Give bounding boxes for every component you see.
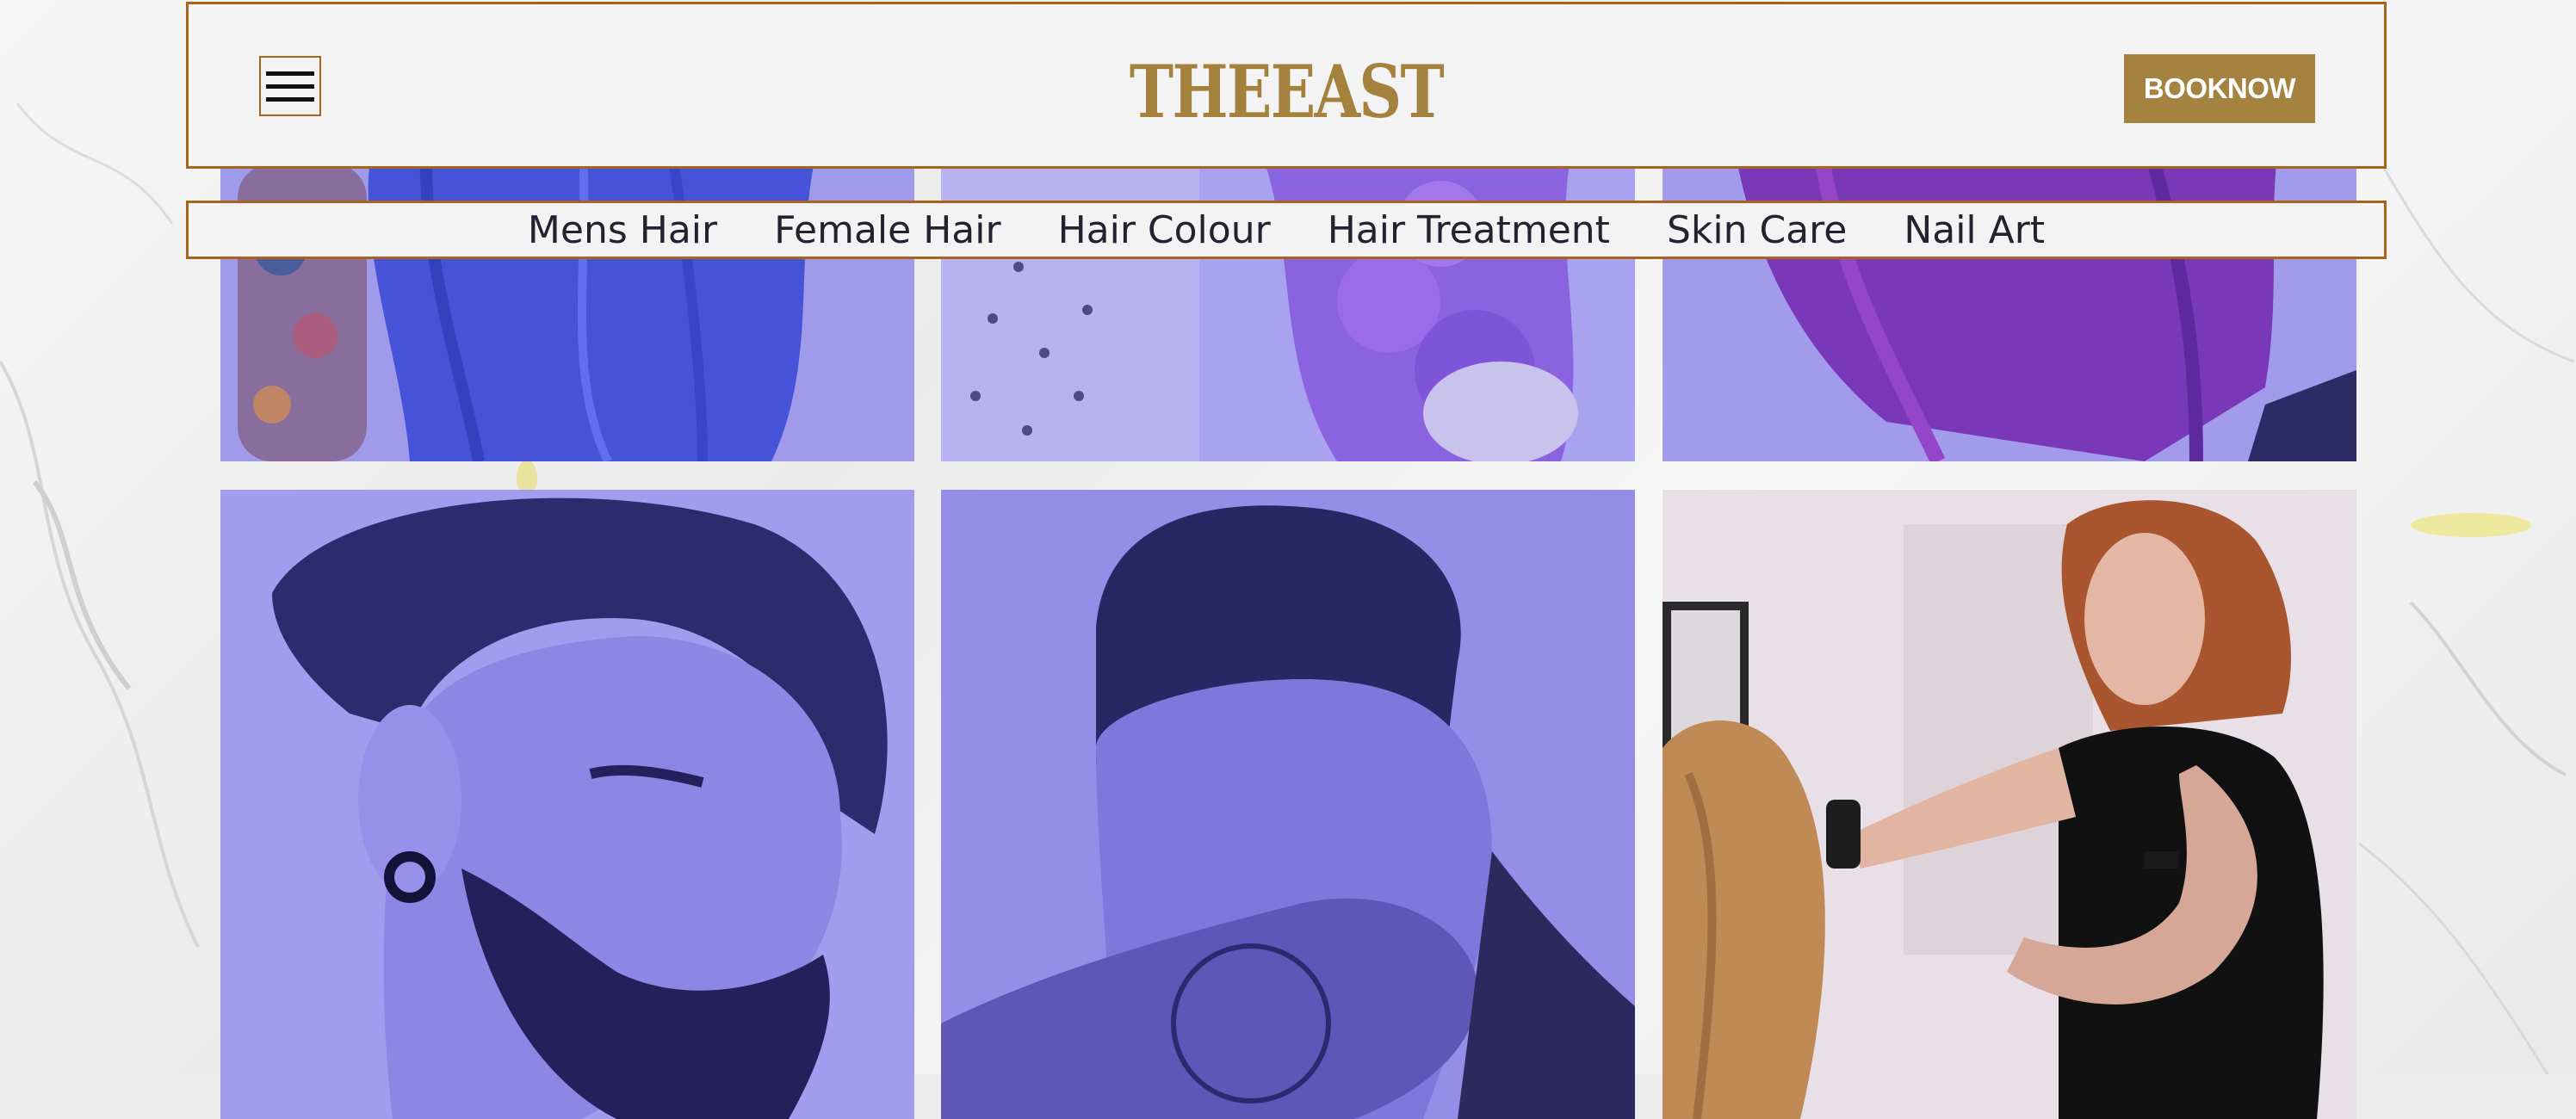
hamburger-menu-icon[interactable] — [259, 56, 321, 116]
category-nav: Mens Hair Female Hair Hair Colour Hair T… — [186, 201, 2387, 259]
man-skin-fade-image — [941, 490, 1635, 1119]
gallery-tile-3[interactable] — [1663, 129, 2356, 461]
gallery-tile-4[interactable] — [220, 490, 914, 1119]
man-undercut-beard-image — [220, 490, 914, 1119]
nav-item-hair-colour[interactable]: Hair Colour — [1058, 208, 1271, 252]
nav-item-female-hair[interactable]: Female Hair — [774, 208, 1000, 252]
nav-item-skin-care[interactable]: Skin Care — [1667, 208, 1847, 252]
nav-item-hair-treatment[interactable]: Hair Treatment — [1328, 208, 1610, 252]
gallery-tile-5[interactable] — [941, 490, 1635, 1119]
gallery-tile-1[interactable] — [220, 129, 914, 461]
nav-item-mens-hair[interactable]: Mens Hair — [528, 208, 717, 252]
site-header: THEEAST BOOKNOW — [186, 2, 2387, 169]
nav-item-nail-art[interactable]: Nail Art — [1904, 208, 2045, 252]
gallery-tile-2[interactable] — [941, 129, 1635, 461]
brand-logo[interactable]: THEEAST — [387, 49, 2187, 134]
book-now-button[interactable]: BOOKNOW — [2124, 54, 2315, 123]
stylist-curling-hair-image — [1663, 490, 2356, 1119]
gallery-tile-6[interactable] — [1663, 490, 2356, 1119]
